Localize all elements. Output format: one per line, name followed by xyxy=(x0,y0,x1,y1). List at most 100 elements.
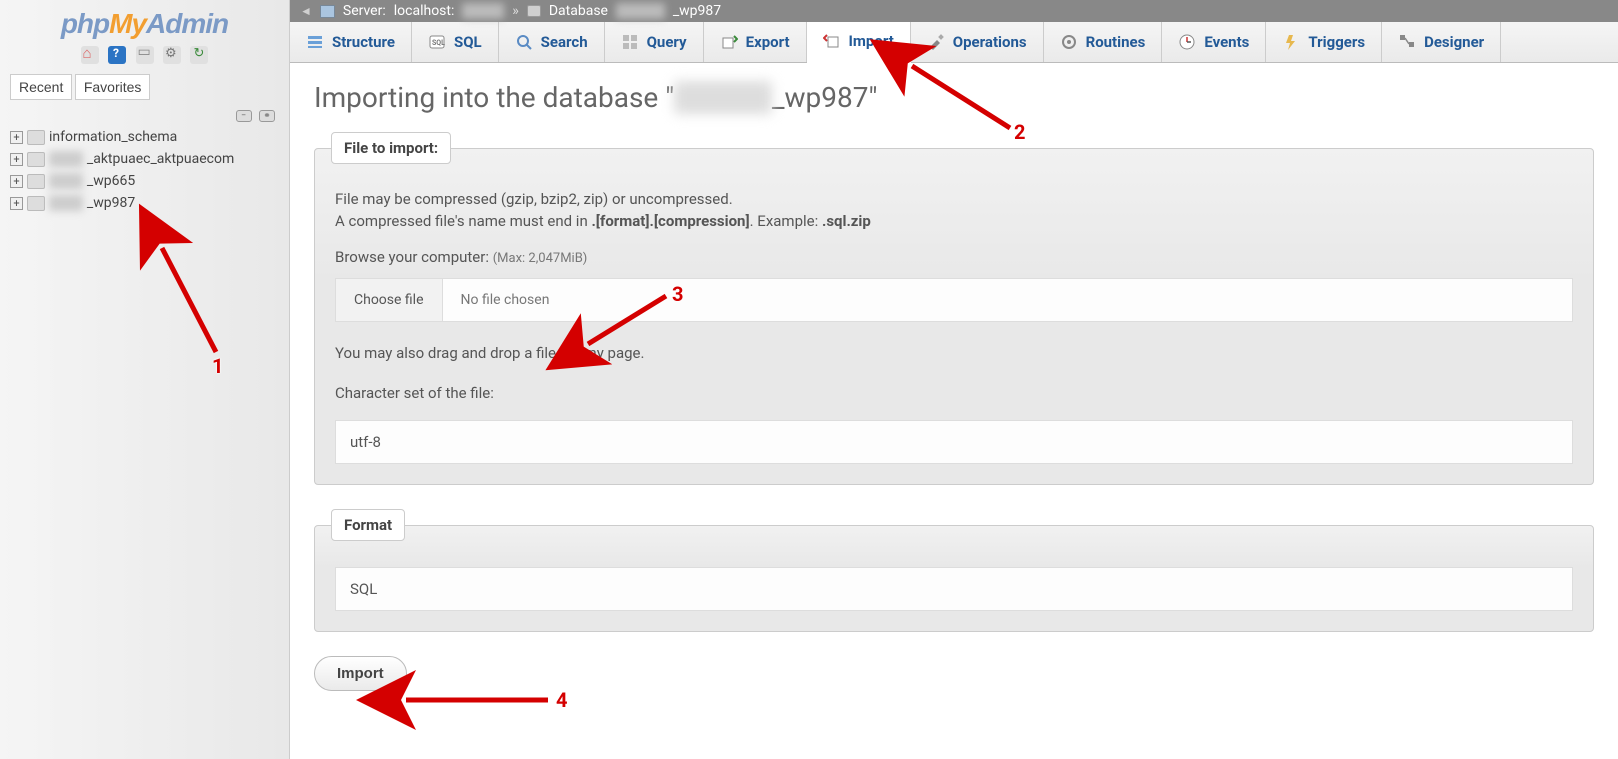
sidebar: phpMyAdmin Recent Favorites − ⚭ + informa… xyxy=(0,0,290,759)
tab-import[interactable]: Import xyxy=(807,22,911,63)
compress-hint-2: A compressed file's name must end in .[f… xyxy=(335,212,1573,230)
tabs: Structure SQL SQL Search Query Export Import Op… xyxy=(290,22,1618,63)
page-title-suffix: _wp987" xyxy=(772,81,878,114)
logo-part-admin: Admin xyxy=(146,8,228,39)
page-content: Importing into the database "xxx_wp987" … xyxy=(290,63,1618,731)
refresh-icon[interactable] xyxy=(190,46,208,64)
database-icon xyxy=(27,174,45,189)
annotation-3: 3 xyxy=(672,282,683,306)
browse-label: Browse your computer: xyxy=(335,248,489,266)
page-title: Importing into the database "xxx_wp987" xyxy=(314,81,1594,114)
expand-icon[interactable]: + xyxy=(10,131,23,144)
recent-favorites-toggle: Recent Favorites xyxy=(10,74,279,100)
format-legend: Format xyxy=(331,509,405,541)
import-submit-button[interactable]: Import xyxy=(314,656,407,691)
file-to-import-legend: File to import: xyxy=(331,132,451,164)
tab-label: Structure xyxy=(332,33,395,51)
hint2-pre: A compressed file's name must end in xyxy=(335,212,591,230)
sql-icon: SQL xyxy=(428,33,446,51)
expand-icon[interactable]: + xyxy=(10,153,23,166)
breadcrumb-collapse-icon[interactable]: ◄ xyxy=(300,4,312,18)
designer-icon xyxy=(1398,33,1416,51)
home-icon[interactable] xyxy=(81,46,99,64)
logo-part-my: My xyxy=(109,8,146,39)
db-tree-item[interactable]: +xx_wp665 xyxy=(6,170,283,192)
tab-label: SQL xyxy=(454,33,482,51)
main-area: ◄ Server: localhost: xx » Database xxx _… xyxy=(290,0,1618,759)
collapse-all-icon[interactable]: − xyxy=(236,110,252,122)
logo-part-php: php xyxy=(61,8,109,39)
tab-label: Query xyxy=(647,33,687,51)
charset-select[interactable]: utf-8 xyxy=(335,420,1573,464)
tab-export[interactable]: Export xyxy=(704,22,807,62)
tab-structure[interactable]: Structure xyxy=(290,22,412,62)
expand-icon[interactable]: + xyxy=(10,197,23,210)
breadcrumb-database-blur: xxx xyxy=(616,3,665,19)
tab-operations[interactable]: Operations xyxy=(911,22,1044,62)
db-name-blur: xx xyxy=(49,195,83,211)
database-tree: +information_schema+xx_aktpuaec_aktpuaec… xyxy=(0,126,289,214)
tab-search[interactable]: Search xyxy=(499,22,605,62)
file-chooser[interactable]: Choose file No file chosen xyxy=(335,278,1573,322)
export-icon xyxy=(720,33,738,51)
events-icon xyxy=(1178,33,1196,51)
breadcrumb: ◄ Server: localhost: xx » Database xxx _… xyxy=(290,0,1618,22)
breadcrumb-server-label: Server: xyxy=(343,3,386,19)
format-select[interactable]: SQL xyxy=(335,567,1573,611)
page-title-prefix: Importing into the database " xyxy=(314,81,674,114)
database-icon xyxy=(527,5,541,17)
tab-label: Designer xyxy=(1424,33,1484,51)
tab-triggers[interactable]: Triggers xyxy=(1266,22,1382,62)
compress-hint-1: File may be compressed (gzip, bzip2, zip… xyxy=(335,190,1573,208)
tab-label: Routines xyxy=(1086,33,1146,51)
db-tree-item[interactable]: + information_schema xyxy=(6,126,283,148)
page-title-blur: xxx xyxy=(674,81,772,114)
annotation-2: 2 xyxy=(1014,120,1025,144)
breadcrumb-database-suffix[interactable]: _wp987 xyxy=(673,3,721,19)
dragdrop-hint: You may also drag and drop a file on any… xyxy=(335,344,1573,362)
format-value: SQL xyxy=(350,580,377,598)
gear-icon[interactable] xyxy=(163,46,181,64)
tab-routines[interactable]: Routines xyxy=(1044,22,1163,62)
browse-max: (Max: 2,047MiB) xyxy=(493,251,588,266)
tab-label: Triggers xyxy=(1308,33,1365,51)
db-name: information_schema xyxy=(49,129,177,145)
sql-icon[interactable] xyxy=(136,46,154,64)
browse-label-row: Browse your computer: (Max: 2,047MiB) xyxy=(335,248,1573,266)
db-tree-item[interactable]: +xx_wp987 xyxy=(6,192,283,214)
recent-button[interactable]: Recent xyxy=(10,74,72,100)
charset-value: utf-8 xyxy=(350,433,381,451)
query-icon xyxy=(621,33,639,51)
tab-query[interactable]: Query xyxy=(605,22,704,62)
breadcrumb-separator: » xyxy=(512,3,519,19)
favorites-button[interactable]: Favorites xyxy=(75,74,151,100)
hint2-example: .sql.zip xyxy=(822,212,871,230)
structure-icon xyxy=(306,33,324,51)
breadcrumb-database-label: Database xyxy=(549,3,608,19)
database-icon xyxy=(27,152,45,167)
sidebar-quick-icons xyxy=(0,44,289,70)
choose-file-button[interactable]: Choose file xyxy=(336,279,443,321)
annotation-1: 1 xyxy=(212,354,223,378)
link-icon[interactable]: ⚭ xyxy=(259,110,275,122)
tab-events[interactable]: Events xyxy=(1162,22,1266,62)
tab-designer[interactable]: Designer xyxy=(1382,22,1501,62)
help-icon[interactable] xyxy=(108,46,126,64)
db-tree-item[interactable]: +xx_aktpuaec_aktpuaecom xyxy=(6,148,283,170)
hint2-mid: . Example: xyxy=(750,212,822,230)
choose-file-state: No file chosen xyxy=(443,279,568,321)
tab-label: Operations xyxy=(953,33,1027,51)
import-icon xyxy=(823,32,841,50)
triggers-icon xyxy=(1282,33,1300,51)
db-name-blur: xx xyxy=(49,173,83,189)
charset-label: Character set of the file: xyxy=(335,384,1573,402)
phpmyadmin-logo: phpMyAdmin xyxy=(0,0,289,44)
breadcrumb-server-value[interactable]: localhost: xyxy=(394,3,455,19)
file-to-import-fieldset: File to import: File may be compressed (… xyxy=(314,132,1594,485)
db-name: _aktpuaec_aktpuaecom xyxy=(87,151,234,167)
search-icon xyxy=(515,33,533,51)
expand-icon[interactable]: + xyxy=(10,175,23,188)
tab-label: Events xyxy=(1204,33,1249,51)
tab-sql[interactable]: SQL SQL xyxy=(412,22,499,62)
tab-label: Import xyxy=(849,32,894,50)
